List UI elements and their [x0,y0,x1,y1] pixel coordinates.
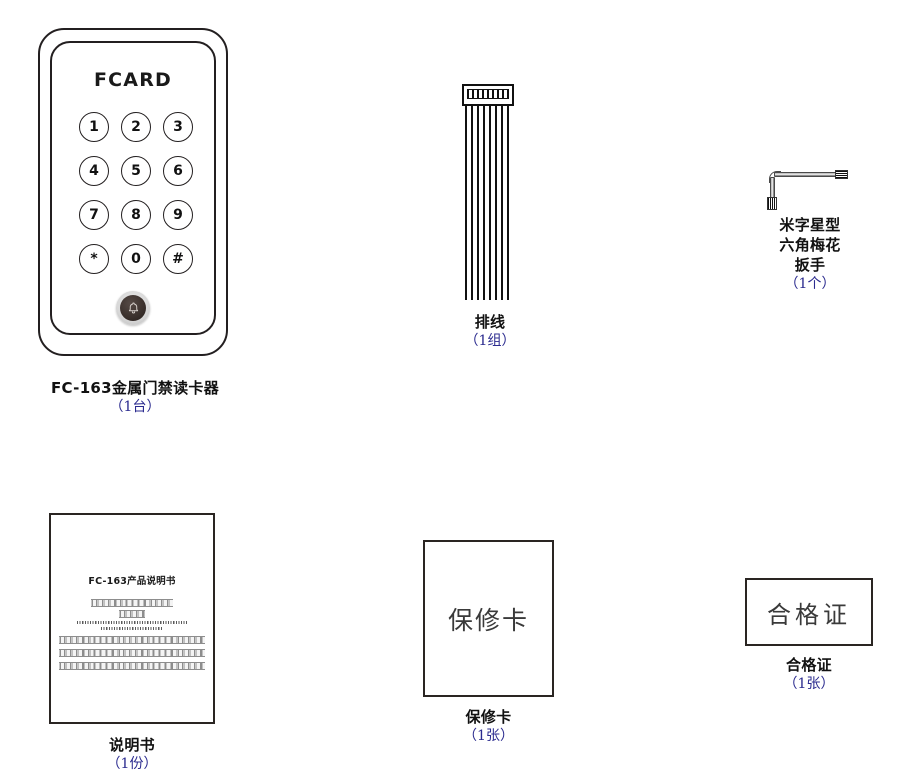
bell-icon [128,302,138,313]
manual-text-line [59,636,205,644]
certificate-name: 合格证 [786,656,832,674]
wrench-long-arm [774,172,842,177]
keypad-key-3[interactable]: 3 [163,112,193,142]
doorbell-button-face [120,295,146,321]
manual-placeholder-text [51,599,213,673]
ribbon-cable-illustration [462,84,518,302]
ribbon-cable-name: 排线 [474,313,506,331]
hex-wrench-name-line-3: 扳手 [794,255,826,274]
manual-text-line [59,649,205,657]
warranty-card-face: 保修卡 [423,540,554,697]
keypad-key-hash[interactable]: # [163,244,193,274]
certificate-quantity: （1张） [783,676,835,693]
card-reader-illustration: FCARD 1 2 3 4 5 6 7 8 9 * 0 # [38,28,230,360]
manual-text-line [119,610,145,618]
manual-caption: 说明书 （1份） [49,735,215,774]
manual-text-line [77,621,187,624]
warranty-card-name: 保修卡 [465,708,512,726]
warranty-card-caption: 保修卡 （1张） [423,707,554,746]
manual-text-line [91,599,173,607]
card-reader-quantity: （1台） [109,399,161,416]
keypad-key-0[interactable]: 0 [121,244,151,274]
card-reader-name: FC-163金属门禁读卡器 [50,379,220,397]
keypad-key-star[interactable]: * [79,244,109,274]
hex-wrench-name-line-2: 六角梅花 [779,235,841,254]
doorbell-button[interactable] [116,291,150,325]
card-reader-caption: FC-163金属门禁读卡器 （1台） [0,378,270,417]
manual-text-line [101,627,163,630]
hex-wrench-caption: 米字星型 六角梅花 扳手 （1个） [735,216,885,294]
manual-text-line [59,662,205,670]
certificate-illustration: 合格证 [745,578,873,646]
manual-quantity: （1份） [106,756,158,773]
certificate-caption: 合格证 （1张） [745,655,873,694]
keypad-key-6[interactable]: 6 [163,156,193,186]
keypad-key-9[interactable]: 9 [163,200,193,230]
warranty-card-illustration: 保修卡 [423,540,554,697]
manual-page: FC-163产品说明书 [49,513,215,724]
keypad-key-7[interactable]: 7 [79,200,109,230]
wrench-tip-bottom [767,197,777,210]
reader-keypad: 1 2 3 4 5 6 7 8 9 * 0 # [73,105,199,281]
cable-connector [462,84,514,106]
keypad-key-2[interactable]: 2 [121,112,151,142]
certificate-face-text: 合格证 [767,600,851,629]
packing-list-canvas: FCARD 1 2 3 4 5 6 7 8 9 * 0 # FC-163金属门禁… [0,0,900,782]
manual-illustration: FC-163产品说明书 [49,513,215,724]
hex-wrench-name-line-1: 米字星型 [779,216,841,234]
manual-cover-title: FC-163产品说明书 [88,576,176,587]
keypad-key-4[interactable]: 4 [79,156,109,186]
ribbon-cable-quantity: （1组） [464,333,516,350]
cable-wires [465,106,511,300]
manual-name: 说明书 [109,736,155,754]
ribbon-cable-caption: 排线 （1组） [430,312,550,351]
keypad-key-1[interactable]: 1 [79,112,109,142]
hex-wrench-illustration [762,168,848,210]
warranty-card-face-text: 保修卡 [447,605,529,635]
wrench-elbow [769,171,781,183]
reader-front-panel: FCARD 1 2 3 4 5 6 7 8 9 * 0 # [50,41,216,335]
certificate-face: 合格证 [745,578,873,646]
reader-brand-label: FCARD [93,69,173,91]
wrench-tip-right [835,170,848,179]
hex-wrench-quantity: （1个） [784,276,836,293]
warranty-card-quantity: （1张） [463,728,514,745]
keypad-key-5[interactable]: 5 [121,156,151,186]
keypad-key-8[interactable]: 8 [121,200,151,230]
cable-connector-pins [467,89,509,99]
